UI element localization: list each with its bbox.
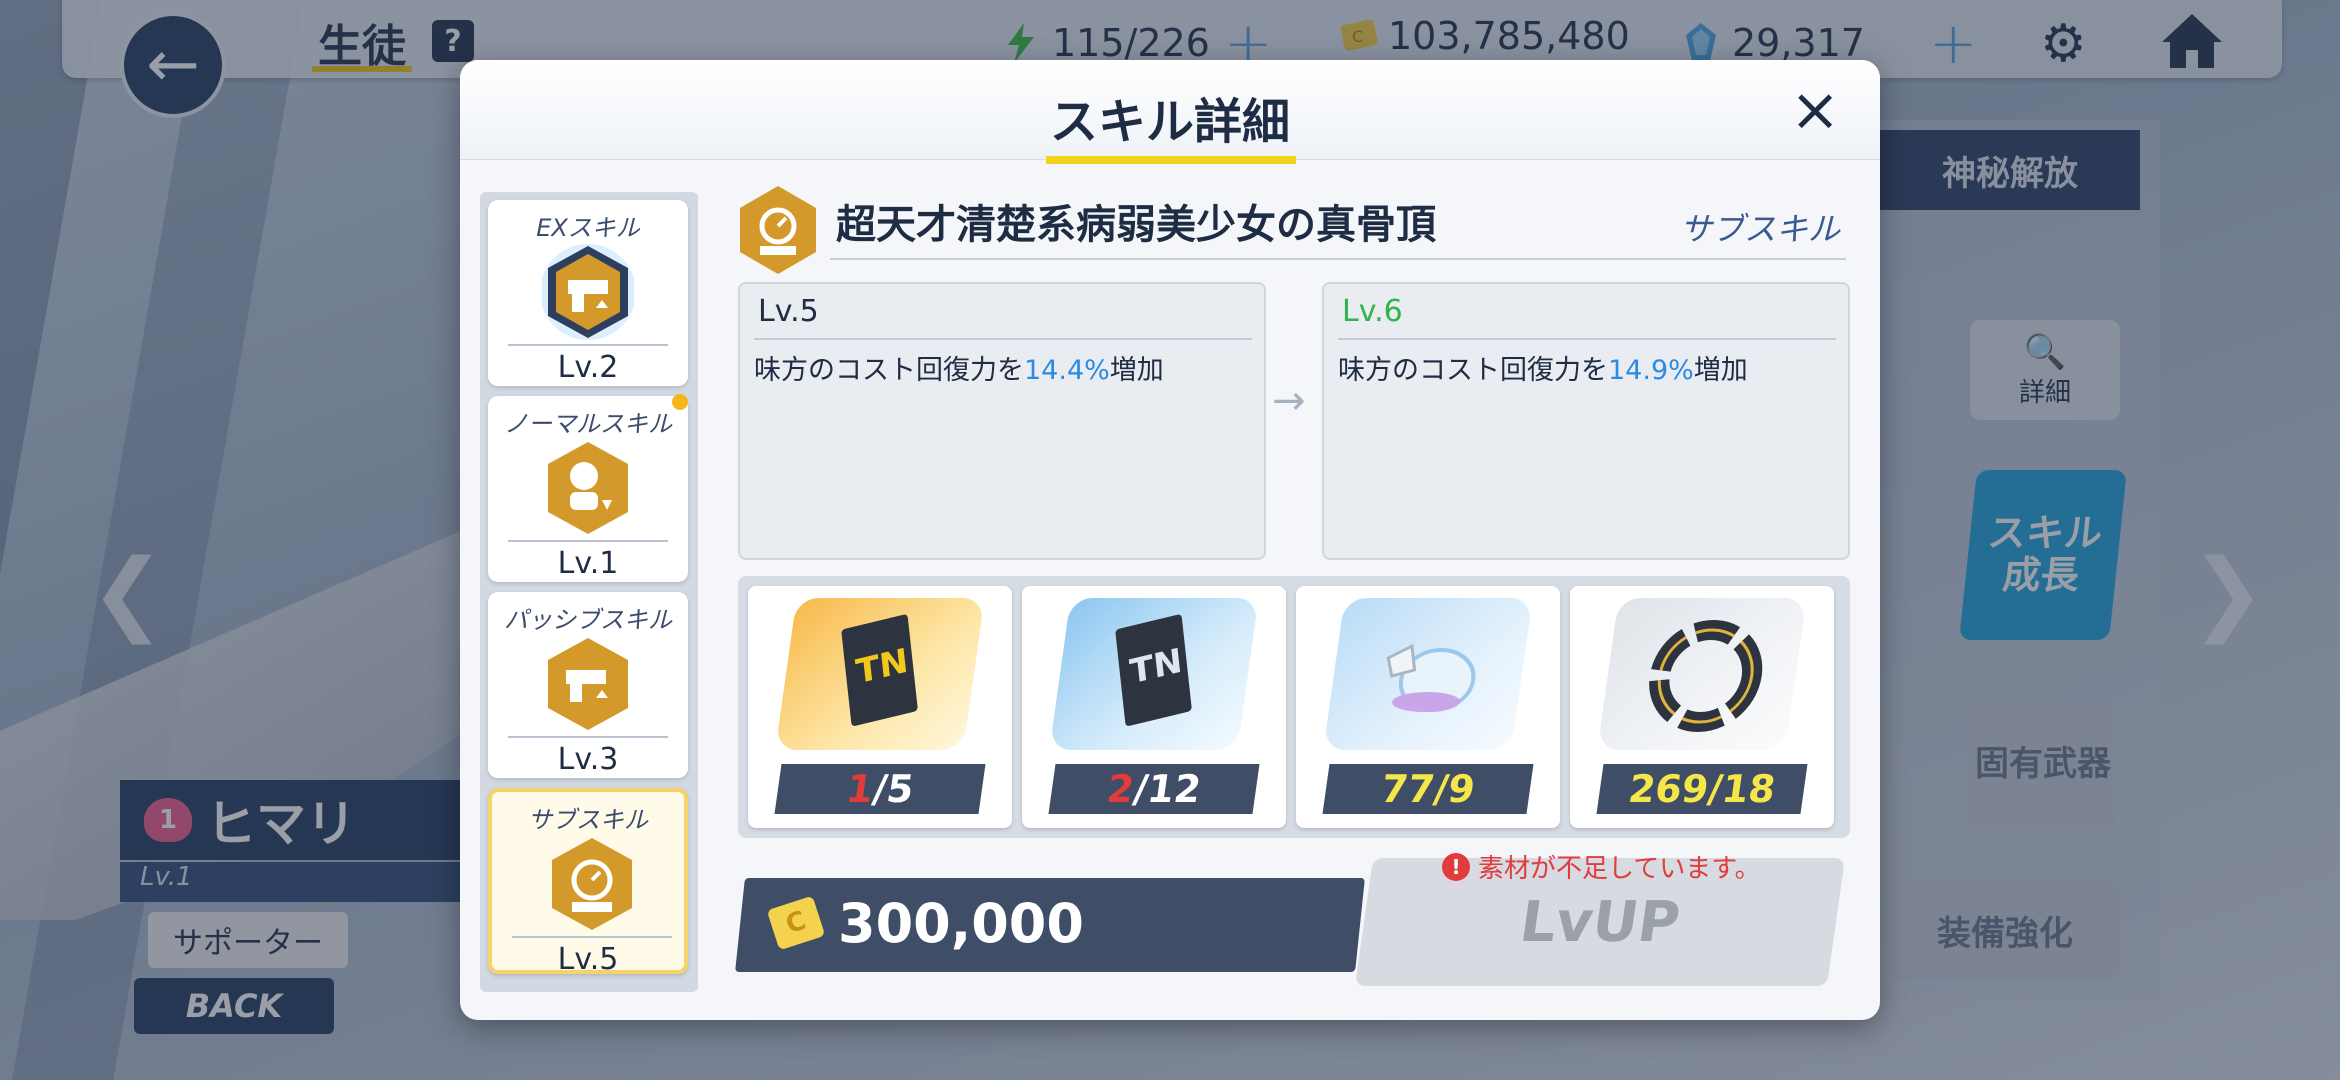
warning-icon: !: [1442, 852, 1470, 881]
tab-level: Lv.2: [557, 350, 619, 385]
desc-prefix: 味方のコスト回復力を: [754, 355, 1024, 386]
cost-clock-icon: [552, 838, 632, 930]
current-level-desc: 味方のコスト回復力を14.4%増加: [754, 348, 1164, 387]
tech-note-silver-icon: TN: [1049, 598, 1259, 750]
desc-prefix: 味方のコスト回復力を: [1338, 355, 1608, 386]
tab-normal-skill[interactable]: ノーマルスキル Lv.1: [488, 394, 688, 582]
person-down-icon: [548, 442, 628, 534]
skill-type: サブスキル: [1680, 210, 1841, 248]
next-level-box: Lv.6 味方のコスト回復力を14.9%増加: [1322, 282, 1850, 560]
cost-value: 300,000: [838, 892, 1084, 955]
count-need: 12: [1144, 767, 1204, 811]
tab-name: EXスキル: [536, 214, 640, 242]
modal-title-underline: [1046, 156, 1296, 164]
skill-detail-modal: スキル詳細 × EXスキル Lv.2 ノーマルスキル Lv.1 パッシブスキル …: [460, 60, 1880, 1020]
skill-tab-list: EXスキル Lv.2 ノーマルスキル Lv.1 パッシブスキル Lv.3 サブス…: [480, 192, 698, 992]
tab-level: Lv.5: [557, 942, 619, 977]
material-count: 1/5: [774, 764, 986, 814]
material-list: TN 1/5 TN 2/12 77/9 269 / 18: [738, 576, 1850, 838]
tab-sub-skill[interactable]: サブスキル Lv.5: [488, 788, 688, 977]
material-slot[interactable]: TN 1/5: [748, 586, 1012, 828]
next-level-desc: 味方のコスト回復力を14.9%増加: [1338, 348, 1748, 387]
ooparts-fragment-icon: [1323, 598, 1533, 750]
tab-divider: [508, 736, 668, 738]
material-slot[interactable]: 269/18: [1570, 586, 1834, 828]
notification-dot: [672, 394, 688, 410]
tab-level: Lv.3: [557, 742, 619, 777]
pistol-up-icon: [542, 244, 634, 340]
tab-ex-skill[interactable]: EXスキル Lv.2: [488, 200, 688, 386]
arrow-right-icon: →: [1272, 378, 1306, 424]
tab-divider: [512, 936, 672, 938]
tab-name: サブスキル: [528, 806, 648, 834]
count-have: 77: [1378, 767, 1438, 811]
modal-header: スキル詳細 ×: [460, 60, 1880, 164]
modal-title: スキル詳細: [1049, 94, 1290, 150]
tab-level: Lv.1: [557, 546, 619, 581]
material-count: 77/9: [1322, 764, 1534, 814]
material-count: 2/12: [1048, 764, 1260, 814]
insufficient-warning: ! 素材が不足しています。: [1442, 848, 1761, 885]
level-divider: [1338, 338, 1836, 340]
tab-name: パッシブスキル: [504, 606, 672, 634]
next-level-label: Lv.6: [1342, 294, 1403, 329]
desc-suffix: 増加: [1693, 355, 1748, 386]
current-level-label: Lv.5: [758, 294, 819, 329]
count-need: 9: [1445, 767, 1478, 811]
cost-clock-icon: [740, 186, 816, 274]
material-count: 269/18: [1596, 764, 1808, 814]
warning-text: 素材が不足しています。: [1478, 854, 1761, 884]
close-icon[interactable]: ×: [1790, 80, 1840, 140]
tab-name: ノーマルスキル: [504, 410, 672, 438]
pistol-up-icon: [548, 638, 628, 730]
level-divider: [754, 338, 1252, 340]
desc-suffix: 増加: [1109, 355, 1164, 386]
current-level-box: Lv.5 味方のコスト回復力を14.4%増加: [738, 282, 1266, 560]
skill-name-divider: [830, 258, 1846, 260]
tech-note-gold-icon: TN: [775, 598, 985, 750]
desc-value: 14.9%: [1608, 355, 1694, 386]
skill-name: 超天才清楚系病弱美少女の真骨頂: [836, 202, 1436, 248]
count-have: 269: [1625, 767, 1712, 811]
ooparts-ring-icon: [1597, 598, 1807, 750]
tab-divider: [508, 344, 668, 346]
count-need: 5: [883, 767, 917, 811]
tab-divider: [508, 540, 668, 542]
material-slot[interactable]: 77/9: [1296, 586, 1560, 828]
count-need: 18: [1719, 767, 1779, 811]
tab-passive-skill[interactable]: パッシブスキル Lv.3: [488, 592, 688, 778]
desc-value: 14.4%: [1024, 355, 1110, 386]
material-slot[interactable]: TN 2/12: [1022, 586, 1286, 828]
